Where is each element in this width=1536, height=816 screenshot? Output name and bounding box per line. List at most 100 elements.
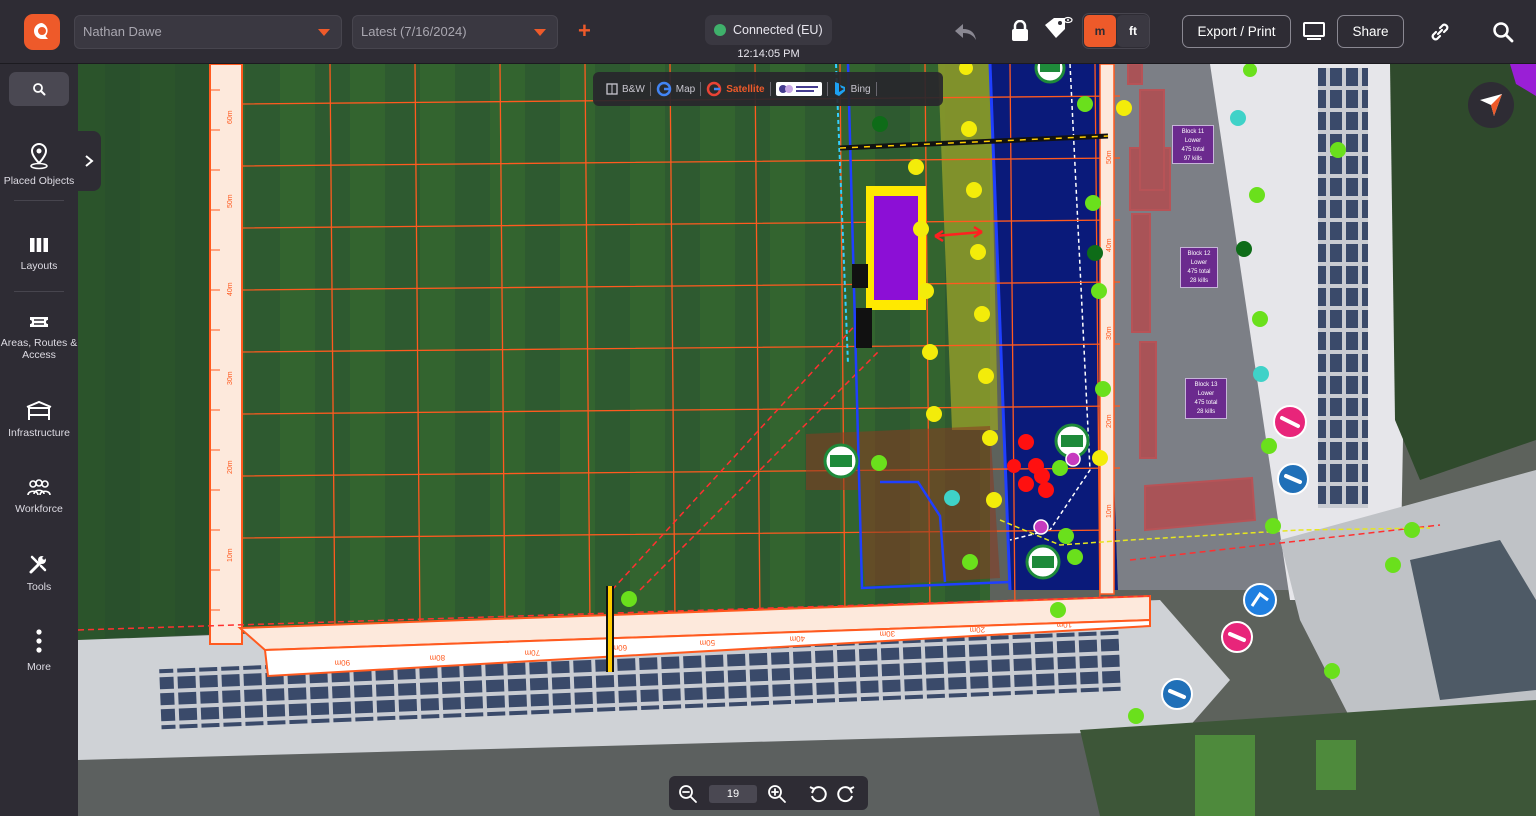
undo-icon[interactable]: [952, 18, 980, 46]
link-icon[interactable]: [1426, 18, 1454, 46]
ticket-icon: [30, 317, 48, 327]
bay-label-line: Lower: [1184, 138, 1202, 144]
user-select[interactable]: Nathan Dawe: [74, 15, 342, 49]
ruler-tick-label: 40m: [1106, 238, 1113, 252]
layer-ordnance-survey-button[interactable]: [771, 82, 827, 96]
ruler-tick-label: 30m: [1106, 326, 1113, 340]
bay-label-3[interactable]: Block 13 Lower 475 total 28 kills: [1185, 378, 1227, 419]
layer-bing-label: Bing: [850, 83, 871, 95]
unit-feet-button[interactable]: ft: [1117, 15, 1149, 47]
bay-label-line: 97 kills: [1183, 156, 1203, 162]
garden-lawn: [1195, 735, 1255, 816]
ruler-tick-label: 50m: [227, 194, 234, 208]
chevron-down-icon: [534, 29, 546, 36]
connection-status-label: Connected (EU): [733, 23, 823, 37]
compass-button[interactable]: [1468, 82, 1514, 128]
ruler-tick-label: 30m: [879, 629, 895, 639]
bay-label-line: Block 13: [1194, 382, 1218, 388]
sidebar-item-infrastructure[interactable]: Infrastructure: [0, 400, 78, 439]
sidebar-item-label: Layouts: [20, 260, 58, 272]
divider: [14, 291, 64, 292]
sidebar-expand-button[interactable]: [76, 131, 101, 191]
sidebar-item-label: More: [27, 661, 51, 673]
sidebar-item-placed-objects[interactable]: Placed Objects: [0, 142, 78, 187]
zoom-controls: 19: [669, 776, 868, 810]
garden-lawn: [1316, 740, 1356, 790]
more-icon: [36, 629, 42, 653]
layer-satellite-button[interactable]: Satellite: [701, 81, 769, 97]
zoom-in-icon[interactable]: [766, 783, 788, 805]
sidebar: Placed Objects Layouts Areas, Routes & A…: [0, 64, 78, 816]
ruler-tick-label: 10m: [1056, 620, 1072, 630]
presentation-monitor-icon[interactable]: [1300, 18, 1328, 46]
compass-icon: [1480, 94, 1502, 116]
divider: [875, 82, 877, 96]
sidebar-item-label: Areas, Routes & Access: [0, 337, 78, 361]
map-pin-icon: [30, 142, 48, 170]
export-print-button[interactable]: Export / Print: [1182, 15, 1291, 48]
layer-bw-button[interactable]: B&W: [601, 83, 650, 95]
bay-label-line: 28 kills: [1189, 278, 1209, 284]
sidebar-item-label: Infrastructure: [8, 427, 70, 439]
lock-icon[interactable]: [1008, 18, 1032, 44]
rotate-left-icon[interactable]: [807, 783, 829, 805]
ruler-tick-label: 80m: [429, 653, 445, 663]
share-button[interactable]: Share: [1337, 15, 1404, 48]
layer-bw-label: B&W: [622, 83, 645, 95]
version-select-value: Latest (7/16/2024): [361, 24, 467, 39]
bay-label-line: Lower: [1197, 391, 1215, 397]
sidebar-item-label: Workforce: [15, 503, 63, 515]
bay-label-2[interactable]: Block 12 Lower 475 total 28 kills: [1180, 247, 1218, 288]
equipment-label[interactable]: [852, 264, 868, 288]
zoom-out-icon[interactable]: [677, 783, 699, 805]
sidebar-item-layouts[interactable]: Layouts: [0, 235, 78, 272]
bay-label-line: Block 11: [1181, 129, 1205, 135]
layer-map-label: Map: [675, 83, 696, 95]
top-bar: Nathan Dawe Latest (7/16/2024) + Connect…: [0, 0, 1536, 64]
ordnance-survey-logo: [775, 82, 822, 96]
add-version-button[interactable]: +: [578, 20, 591, 42]
equipment-label[interactable]: [856, 308, 872, 348]
sidebar-item-tools[interactable]: Tools: [0, 552, 78, 593]
ruler-tick-label: 20m: [969, 625, 985, 635]
clock: 12:14:05 PM: [737, 48, 800, 60]
layer-bing-button[interactable]: Bing: [828, 81, 876, 97]
bay-label-line: Block 12: [1187, 251, 1211, 257]
connection-status: Connected (EU): [705, 15, 832, 45]
app-logo-icon[interactable]: [24, 14, 60, 50]
search-icon: [33, 83, 46, 96]
bing-icon: [834, 82, 845, 96]
map-layer-switcher: B&W Map Satellite Bing: [593, 72, 943, 106]
stage[interactable]: [874, 196, 918, 300]
columns-icon: [30, 238, 48, 252]
ruler-tick-label: 50m: [699, 638, 715, 648]
ruler-tick-label: 10m: [1106, 504, 1113, 518]
ruler-tick-label: 60m: [227, 110, 234, 124]
layer-map-button[interactable]: Map: [651, 81, 700, 97]
user-select-value: Nathan Dawe: [83, 24, 162, 39]
search-icon[interactable]: [1488, 17, 1518, 47]
sidebar-item-workforce[interactable]: Workforce: [0, 478, 78, 515]
map-canvas[interactable]: 60m 50m 40m 30m 20m 10m 90m 80m 70m 60m …: [78, 64, 1536, 816]
chevron-right-icon: [84, 155, 94, 167]
unit-meters-button[interactable]: m: [1084, 15, 1116, 47]
layer-satellite-label: Satellite: [726, 83, 765, 95]
bay-label-line: 28 kills: [1196, 409, 1216, 415]
bay-label-1[interactable]: Block 11 Lower 475 total 97 kills: [1172, 125, 1214, 164]
zoom-level[interactable]: 19: [709, 785, 757, 803]
ruler-tick-label: 40m: [789, 634, 805, 644]
ruler-tick-label: 50m: [1106, 150, 1113, 164]
tag-visibility-icon[interactable]: [1042, 14, 1074, 44]
sidebar-search-button[interactable]: [9, 72, 69, 106]
sidebar-item-label: Placed Objects: [3, 175, 75, 187]
google-icon: [656, 81, 672, 97]
bay-label-line: 475 total: [1187, 269, 1211, 275]
rotate-right-icon[interactable]: [835, 783, 857, 805]
book-icon: [606, 83, 618, 95]
sidebar-item-more[interactable]: More: [0, 628, 78, 673]
ruler-left: [209, 64, 243, 645]
map-svg[interactable]: 60m 50m 40m 30m 20m 10m 90m 80m 70m 60m …: [78, 64, 1536, 816]
version-select[interactable]: Latest (7/16/2024): [352, 15, 558, 49]
sidebar-item-areas-routes-access[interactable]: Areas, Routes & Access: [0, 312, 78, 361]
chevron-down-icon: [318, 29, 330, 36]
